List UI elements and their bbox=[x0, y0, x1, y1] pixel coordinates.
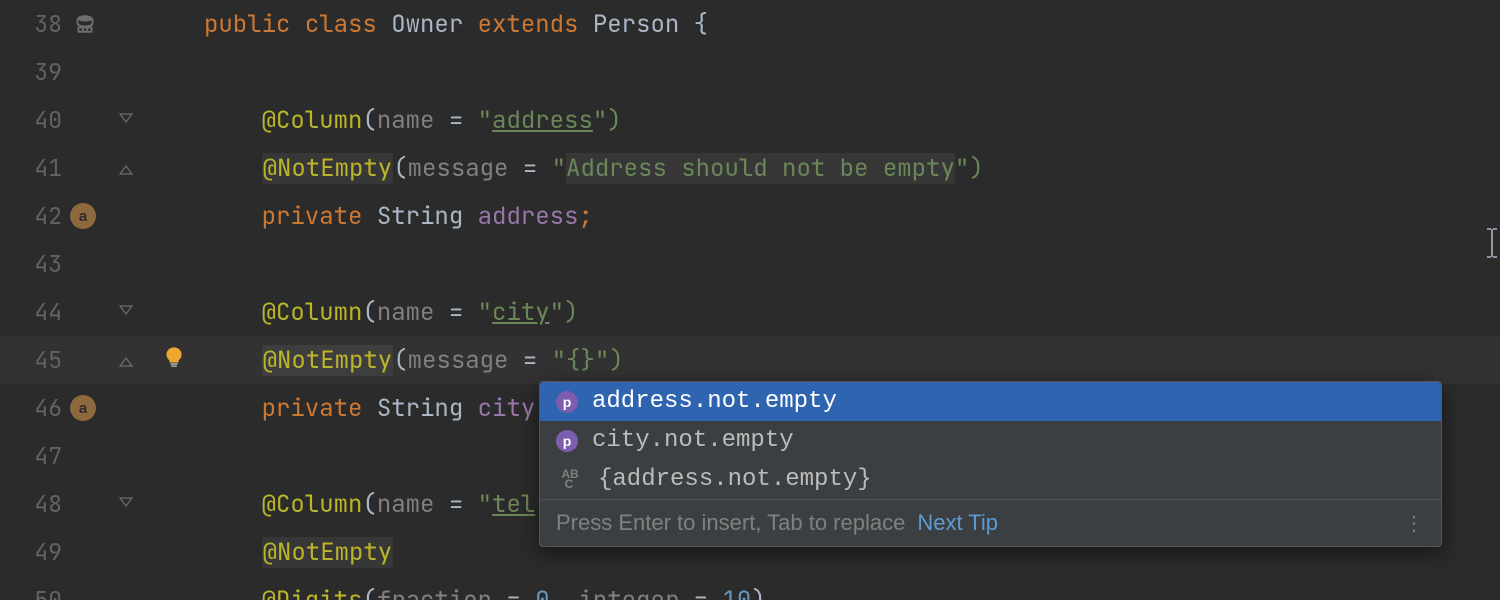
code-line[interactable]: 39 bbox=[0, 48, 1500, 96]
code-text[interactable]: @Digits(fraction = 0, integer = 10) bbox=[204, 585, 766, 600]
code-text[interactable]: @NotEmpty(message = "{}") bbox=[204, 345, 624, 376]
code-text[interactable]: private String city bbox=[204, 393, 535, 424]
line-number: 48 bbox=[34, 489, 62, 519]
text-icon: AB C bbox=[556, 469, 584, 491]
completion-item[interactable]: p address.not.empty bbox=[540, 382, 1441, 421]
fold-toggle-icon[interactable] bbox=[118, 352, 134, 368]
completion-label: address.not.empty bbox=[592, 388, 837, 415]
line-number: 47 bbox=[34, 441, 62, 471]
completion-label: {address.not.empty} bbox=[598, 466, 872, 493]
code-line-current[interactable]: 45 @NotEmpty(message = "{}") bbox=[0, 336, 1500, 384]
code-text[interactable]: private String address; bbox=[204, 201, 593, 232]
code-line[interactable]: 50 @Digits(fraction = 0, integer = 10) bbox=[0, 576, 1500, 600]
line-number: 41 bbox=[34, 153, 62, 183]
author-badge-icon[interactable]: a bbox=[70, 395, 96, 421]
completion-item[interactable]: p city.not.empty bbox=[540, 421, 1441, 460]
code-line[interactable]: 40 @Column(name = "address") bbox=[0, 96, 1500, 144]
code-text[interactable]: @Column(name = "address") bbox=[204, 105, 622, 136]
fold-toggle-icon[interactable] bbox=[118, 496, 134, 512]
fold-toggle-icon[interactable] bbox=[118, 160, 134, 176]
database-icon[interactable] bbox=[72, 14, 98, 34]
completion-footer: Press Enter to insert, Tab to replace Ne… bbox=[540, 499, 1441, 546]
completion-item[interactable]: AB C {address.not.empty} bbox=[540, 460, 1441, 499]
more-icon[interactable]: ⋮ bbox=[1404, 511, 1425, 536]
code-text[interactable]: public class Owner extends Person { bbox=[204, 9, 708, 40]
line-number: 46 bbox=[34, 393, 62, 423]
code-text[interactable]: @Column(name = "city") bbox=[204, 297, 578, 328]
fold-toggle-icon[interactable] bbox=[118, 112, 134, 128]
completion-label: city.not.empty bbox=[592, 427, 794, 454]
next-tip-link[interactable]: Next Tip bbox=[917, 510, 998, 536]
code-text[interactable]: @NotEmpty(message = "Address should not … bbox=[204, 153, 984, 184]
text-cursor-icon bbox=[1486, 228, 1498, 258]
line-number: 44 bbox=[34, 297, 62, 327]
line-number: 45 bbox=[34, 345, 62, 375]
property-icon: p bbox=[556, 391, 578, 413]
line-number: 38 bbox=[34, 9, 62, 39]
line-number: 49 bbox=[34, 537, 62, 567]
code-line[interactable]: 38 public class Owner extends Person { bbox=[0, 0, 1500, 48]
line-number: 42 bbox=[34, 201, 62, 231]
completion-hint: Press Enter to insert, Tab to replace bbox=[556, 510, 905, 536]
line-number: 50 bbox=[34, 585, 62, 600]
line-number: 40 bbox=[34, 105, 62, 135]
code-line[interactable]: 44 @Column(name = "city") bbox=[0, 288, 1500, 336]
fold-toggle-icon[interactable] bbox=[118, 304, 134, 320]
line-number: 39 bbox=[34, 57, 62, 87]
code-text[interactable]: @Column(name = "tel bbox=[204, 489, 535, 520]
line-number: 43 bbox=[34, 249, 62, 279]
code-text[interactable]: @NotEmpty bbox=[204, 537, 393, 568]
code-line[interactable]: 43 bbox=[0, 240, 1500, 288]
code-line[interactable]: 42 a private String address; bbox=[0, 192, 1500, 240]
property-icon: p bbox=[556, 430, 578, 452]
intention-bulb-icon[interactable] bbox=[163, 345, 185, 376]
completion-popup[interactable]: p address.not.empty p city.not.empty AB … bbox=[539, 381, 1442, 547]
author-badge-icon[interactable]: a bbox=[70, 203, 96, 229]
code-line[interactable]: 41 @NotEmpty(message = "Address should n… bbox=[0, 144, 1500, 192]
gutter[interactable]: 38 bbox=[0, 9, 108, 39]
